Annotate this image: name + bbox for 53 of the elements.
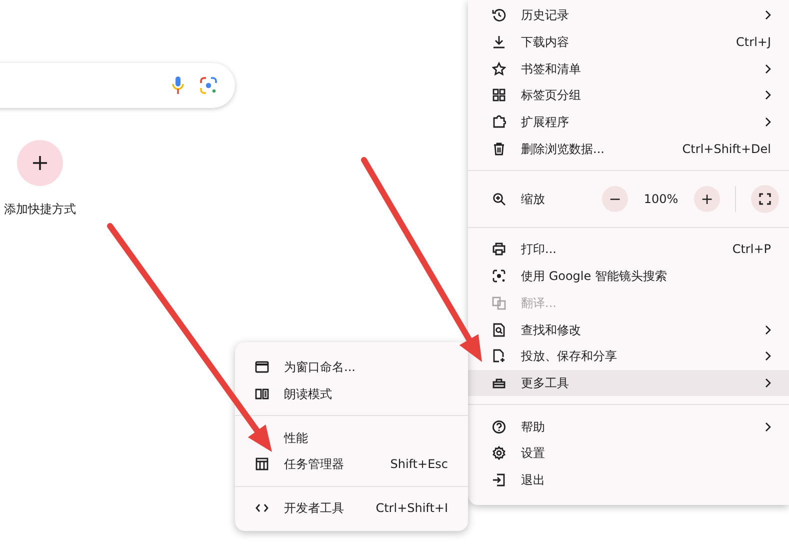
shortcut-label[interactable]: 添加快捷方式 (4, 200, 76, 218)
camera-lens-icon[interactable] (200, 77, 217, 94)
menu-item[interactable]: 更多工具 (468, 370, 789, 396)
menu-item[interactable]: 打印... Ctrl+P (468, 236, 789, 263)
puzzle-icon (492, 115, 506, 130)
star-icon (492, 62, 506, 76)
fullscreen-button[interactable] (751, 185, 779, 214)
history-icon (492, 8, 506, 22)
window-icon (255, 360, 269, 374)
zoom-label: 缩放 (521, 191, 546, 208)
task-manager-icon (255, 457, 269, 472)
trash-icon (492, 142, 506, 156)
menu-item[interactable]: 使用 Google 智能镜头搜索 (468, 262, 789, 290)
exit-icon (492, 472, 506, 487)
fullscreen-icon (759, 193, 771, 206)
settings-icon (492, 446, 506, 460)
document-plus-icon (492, 349, 506, 364)
zoom-in-button[interactable]: + (694, 186, 720, 212)
menu-item[interactable]: 标签页分组 (468, 82, 789, 109)
zoom-out-button[interactable]: − (602, 186, 628, 212)
shortcut-label: Ctrl+Shift+I (376, 500, 448, 518)
menu-item[interactable]: 帮助 (468, 413, 789, 440)
menu-item[interactable]: 性能 (235, 424, 468, 452)
zoom-level: 100% (643, 191, 679, 208)
document-search-icon (492, 322, 506, 337)
translate-icon (492, 296, 506, 310)
menu-item[interactable]: 投放、保存和分享 (468, 342, 789, 370)
menu-item[interactable]: 为窗口命名... (235, 354, 468, 381)
shortcut-label: Ctrl+P (732, 241, 771, 258)
menu-item[interactable]: 任务管理器 Shift+Esc (235, 451, 468, 478)
shortcut-label: Ctrl+Shift+Del (682, 140, 771, 158)
menu-item[interactable]: 查找和修改 (468, 316, 789, 343)
menu-item[interactable]: 下载内容 Ctrl+J (468, 28, 789, 56)
microphone-icon[interactable] (172, 76, 184, 95)
menu-item[interactable]: 删除浏览数据... Ctrl+Shift+Del (468, 135, 789, 162)
plus-icon (33, 156, 47, 170)
camera-lens-icon (492, 269, 506, 284)
shortcut-label: Ctrl+J (736, 34, 771, 52)
menu-item[interactable]: 朗读模式 (235, 380, 468, 408)
printer-icon (492, 242, 506, 256)
help-icon (492, 420, 506, 434)
menu-item[interactable]: 开发者工具 Ctrl+Shift+I (235, 494, 468, 522)
menu-item[interactable]: 历史记录 (468, 2, 789, 29)
shortcut-label: Shift+Esc (390, 456, 448, 474)
menu-item[interactable]: 退出 (468, 466, 789, 494)
menu-item[interactable]: 设置 (468, 440, 789, 467)
menu-item[interactable]: 扩展程序 (468, 108, 789, 136)
add-shortcut-button[interactable] (17, 140, 63, 186)
menu-item[interactable]: 书签和清单 (468, 55, 789, 82)
book-icon (255, 387, 269, 402)
grid-icon (492, 88, 506, 102)
download-icon (492, 35, 506, 50)
zoom-in-icon (492, 192, 506, 206)
